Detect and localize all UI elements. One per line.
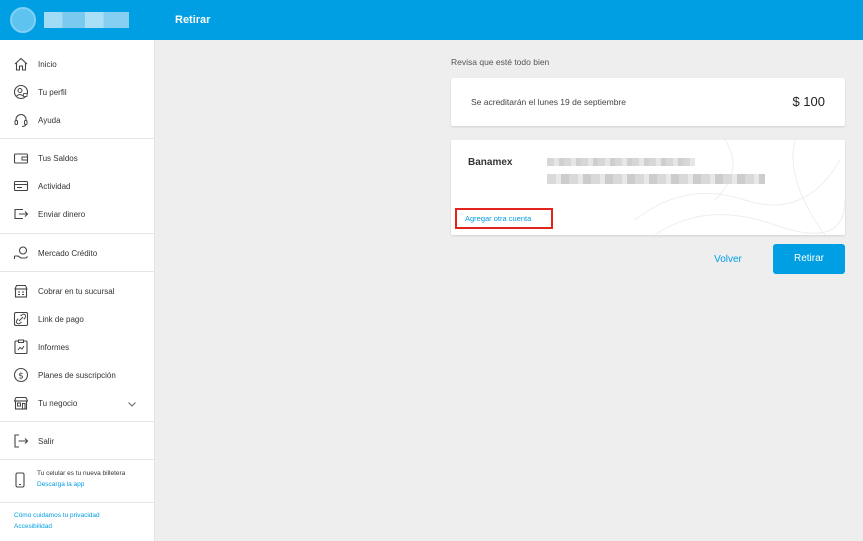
chevron-down-icon[interactable] bbox=[126, 397, 138, 409]
sidebar-item-label: Salir bbox=[38, 436, 55, 446]
wallet-icon bbox=[13, 150, 29, 166]
sidebar-item-label: Tu negocio bbox=[38, 398, 78, 408]
sidebar-item-label: Actividad bbox=[38, 181, 71, 191]
reports-icon bbox=[13, 339, 29, 355]
store-icon bbox=[13, 283, 29, 299]
sidebar-item-label: Cobrar en tu sucursal bbox=[38, 286, 115, 296]
sidebar-item-salir[interactable]: Salir bbox=[0, 427, 155, 455]
credit-summary-card: Se acreditarán el lunes 19 de septiembre… bbox=[451, 78, 845, 126]
phone-icon bbox=[13, 472, 27, 488]
app-download-promo: Tu celular es tu nueva billetera Descarg… bbox=[0, 464, 155, 494]
home-icon bbox=[13, 56, 29, 72]
add-account-link[interactable]: Agregar otra cuenta bbox=[455, 208, 553, 229]
divider bbox=[0, 502, 155, 503]
blurred-account-holder bbox=[547, 158, 695, 166]
logout-icon bbox=[13, 433, 29, 449]
sidebar-item-label: Ayuda bbox=[38, 115, 61, 125]
sidebar-item-planes-de-suscripcion[interactable]: $ Planes de suscripción bbox=[0, 361, 155, 389]
dollar-circle-icon: $ bbox=[13, 367, 29, 383]
blurred-user-name bbox=[44, 12, 129, 28]
bank-account-card[interactable]: Banamex Agregar otra cuenta bbox=[451, 140, 845, 235]
sidebar-item-label: Link de pago bbox=[38, 314, 84, 324]
divider bbox=[0, 138, 155, 139]
credit-icon bbox=[13, 245, 29, 261]
sidebar-item-ayuda[interactable]: Ayuda bbox=[0, 106, 155, 134]
credit-date-text: Se acreditarán el lunes 19 de septiembre bbox=[471, 97, 626, 107]
sidebar-item-cobrar-en-tu-sucursal[interactable]: Cobrar en tu sucursal bbox=[0, 277, 155, 305]
user-brand[interactable] bbox=[0, 0, 155, 40]
sidebar-item-label: Informes bbox=[38, 342, 70, 352]
send-money-icon bbox=[13, 206, 29, 222]
sidebar-item-mercado-credito[interactable]: Mercado Crédito bbox=[0, 239, 155, 267]
divider bbox=[0, 233, 155, 234]
top-bar: Retirar bbox=[0, 0, 863, 40]
sidebar-item-label: Inicio bbox=[38, 59, 57, 69]
promo-text: Tu celular es tu nueva billetera bbox=[37, 470, 126, 477]
page-title: Retirar bbox=[175, 14, 211, 26]
sidebar-item-tus-saldos[interactable]: Tus Saldos bbox=[0, 144, 155, 172]
withdraw-button[interactable]: Retirar bbox=[773, 244, 845, 274]
sidebar-item-label: Enviar dinero bbox=[38, 209, 86, 219]
accessibility-link[interactable]: Accesibilidad bbox=[14, 523, 52, 530]
link-icon bbox=[13, 311, 29, 327]
withdraw-amount: $ 100 bbox=[792, 94, 825, 109]
headset-icon bbox=[13, 112, 29, 128]
sidebar-item-tu-perfil[interactable]: Tu perfil bbox=[0, 78, 155, 106]
sidebar: Inicio Tu perfil Ayuda Tus Saldos Activi… bbox=[0, 40, 155, 541]
sidebar-item-informes[interactable]: Informes bbox=[0, 333, 155, 361]
profile-icon bbox=[13, 84, 29, 100]
sidebar-item-label: Tus Saldos bbox=[38, 153, 78, 163]
sidebar-item-label: Planes de suscripción bbox=[38, 370, 116, 380]
review-title: Revisa que esté todo bien bbox=[451, 57, 550, 67]
divider bbox=[0, 459, 155, 460]
sidebar-item-label: Mercado Crédito bbox=[38, 248, 98, 258]
sidebar-item-inicio[interactable]: Inicio bbox=[0, 50, 155, 78]
blurred-account-number bbox=[547, 174, 765, 184]
sidebar-item-tu-negocio[interactable]: Tu negocio bbox=[0, 389, 155, 417]
privacy-link[interactable]: Cómo cuidamos tu privacidad bbox=[14, 512, 100, 519]
sidebar-item-enviar-dinero[interactable]: Enviar dinero bbox=[0, 200, 155, 228]
svg-text:$: $ bbox=[18, 371, 24, 381]
business-icon bbox=[13, 395, 29, 411]
sidebar-item-label: Tu perfil bbox=[38, 87, 67, 97]
sidebar-item-actividad[interactable]: Actividad bbox=[0, 172, 155, 200]
download-app-link[interactable]: Descarga la app bbox=[37, 481, 84, 488]
sidebar-item-link-de-pago[interactable]: Link de pago bbox=[0, 305, 155, 333]
activity-icon bbox=[13, 178, 29, 194]
map-texture bbox=[634, 140, 845, 235]
back-button[interactable]: Volver bbox=[700, 251, 756, 269]
divider bbox=[0, 421, 155, 422]
avatar[interactable] bbox=[10, 7, 36, 33]
divider bbox=[0, 271, 155, 272]
bank-name: Banamex bbox=[468, 157, 513, 168]
